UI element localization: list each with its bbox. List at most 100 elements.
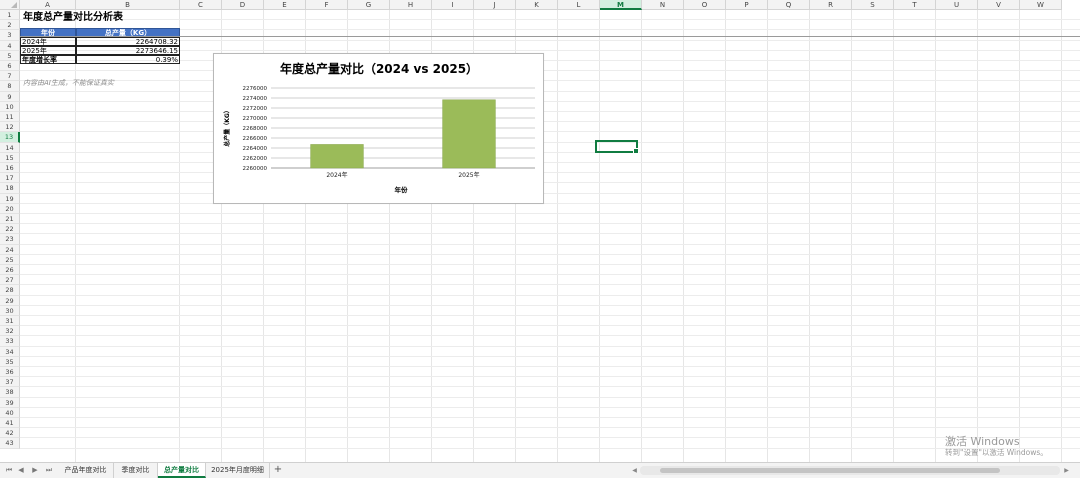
row-header-17[interactable]: 17 [0, 173, 20, 184]
year-2025-cell[interactable]: 2025年 [20, 46, 76, 55]
column-header-c[interactable]: C [180, 0, 222, 10]
row-header-31[interactable]: 31 [0, 316, 20, 327]
row-header-8[interactable]: 8 [0, 81, 20, 92]
column-header-n[interactable]: N [642, 0, 684, 10]
bar-chart[interactable]: 年度总产量对比（2024 vs 2025） 2276000 2274000 2272… [213, 53, 544, 204]
row-header-28[interactable]: 28 [0, 285, 20, 296]
row-header-23[interactable]: 23 [0, 234, 20, 245]
active-cell-selection[interactable] [595, 140, 639, 154]
row-header-40[interactable]: 40 [0, 407, 20, 418]
grid-column-line [599, 10, 600, 462]
row-header-34[interactable]: 34 [0, 346, 20, 357]
grid-row-line [20, 284, 1080, 286]
column-header-g[interactable]: G [348, 0, 390, 10]
column-header-k[interactable]: K [516, 0, 558, 10]
grid-row-line [20, 264, 1080, 265]
cell-grid[interactable] [20, 10, 1080, 462]
column-header-b[interactable]: B [76, 0, 180, 10]
tab-2025-monthly[interactable]: 2025年月度明细 [206, 463, 270, 478]
row-header-11[interactable]: 11 [0, 112, 20, 123]
row-header-2[interactable]: 2 [0, 20, 20, 31]
scroll-left-icon[interactable]: ◀ [630, 466, 639, 475]
bar-2[interactable] [442, 99, 496, 169]
ai-disclaimer-note[interactable]: 内容由AI生成，不能保证真实 [22, 79, 182, 88]
last-sheet-button[interactable]: ⏭ [44, 465, 54, 476]
first-sheet-button[interactable]: ⏮ [4, 465, 14, 476]
row-header-10[interactable]: 10 [0, 101, 20, 112]
row-header-12[interactable]: 12 [0, 122, 20, 133]
row-header-21[interactable]: 21 [0, 214, 20, 225]
growth-label-cell[interactable]: 年度增长率 [20, 55, 76, 64]
row-header-14[interactable]: 14 [0, 142, 20, 153]
column-header-j[interactable]: J [474, 0, 516, 10]
column-header-l[interactable]: L [558, 0, 600, 10]
column-header-d[interactable]: D [222, 0, 264, 10]
select-all-corner[interactable] [0, 0, 20, 10]
column-header-f[interactable]: F [306, 0, 348, 10]
row-header-24[interactable]: 24 [0, 244, 20, 255]
column-header-w[interactable]: W [1020, 0, 1062, 10]
row-header-25[interactable]: 25 [0, 254, 20, 265]
column-header-i[interactable]: I [432, 0, 474, 10]
row-header-29[interactable]: 29 [0, 295, 20, 306]
scroll-right-icon[interactable]: ▶ [1062, 466, 1071, 475]
row-header-20[interactable]: 20 [0, 203, 20, 214]
tab-quarterly[interactable]: 季度对比 [114, 463, 158, 478]
row-header-5[interactable]: 5 [0, 50, 20, 61]
column-header-s[interactable]: S [852, 0, 894, 10]
tab-product-annual[interactable]: 产品年度对比 [58, 463, 114, 478]
next-sheet-button[interactable]: ▶ [30, 465, 40, 476]
row-header-27[interactable]: 27 [0, 275, 20, 286]
row-header-3[interactable]: 3 [0, 30, 20, 41]
column-header-t[interactable]: T [894, 0, 936, 10]
row-header-4[interactable]: 4 [0, 40, 20, 51]
row-header-42[interactable]: 42 [0, 428, 20, 439]
column-header-e[interactable]: E [264, 0, 306, 10]
prev-sheet-button[interactable]: ◀ [16, 465, 26, 476]
add-sheet-button[interactable]: + [272, 463, 284, 478]
value-2024-cell[interactable]: 2264708.32 [76, 37, 180, 46]
scrollbar-thumb[interactable] [660, 468, 1000, 473]
tab-total-output[interactable]: 总产量对比 [158, 463, 206, 478]
row-header-6[interactable]: 6 [0, 61, 20, 72]
row-header-16[interactable]: 16 [0, 163, 20, 174]
grid-row-line [20, 141, 1080, 143]
column-header-v[interactable]: V [978, 0, 1020, 10]
row-header-30[interactable]: 30 [0, 305, 20, 316]
row-header-26[interactable]: 26 [0, 265, 20, 276]
bar-1[interactable] [310, 144, 364, 169]
windows-activation-watermark: 激活 Windows 转到"设置"以激活 Windows。 [945, 435, 1048, 458]
column-header-q[interactable]: Q [768, 0, 810, 10]
row-header-37[interactable]: 37 [0, 377, 20, 388]
row-header-39[interactable]: 39 [0, 397, 20, 408]
column-header-m[interactable]: M [600, 0, 642, 10]
spreadsheet-area: ABCDEFGHIJKLMNOPQRSTUVW 1 2 3 4 5 6 7 8 9 10 11 12 1… [0, 0, 1080, 462]
row-header-32[interactable]: 32 [0, 326, 20, 337]
row-header-13[interactable]: 13 [0, 132, 20, 143]
row-header-1[interactable]: 1 [0, 10, 20, 21]
row-header-19[interactable]: 19 [0, 193, 20, 204]
column-header-a[interactable]: A [20, 0, 76, 10]
row-header-36[interactable]: 36 [0, 367, 20, 378]
row-header-33[interactable]: 33 [0, 336, 20, 347]
column-header-r[interactable]: R [810, 0, 852, 10]
column-header-h[interactable]: H [390, 0, 432, 10]
watermark-subtitle: 转到"设置"以激活 Windows。 [945, 448, 1048, 457]
sheet-title[interactable]: 年度总产量对比分析表 [22, 13, 182, 23]
row-header-22[interactable]: 22 [0, 224, 20, 235]
value-2025-cell[interactable]: 2273646.15 [76, 46, 180, 55]
growth-value-cell[interactable]: 0.39% [76, 55, 180, 64]
year-2024-cell[interactable]: 2024年 [20, 37, 76, 46]
row-header-18[interactable]: 18 [0, 183, 20, 194]
row-header-9[interactable]: 9 [0, 91, 20, 102]
row-header-38[interactable]: 38 [0, 387, 20, 398]
row-header-43[interactable]: 43 [0, 438, 20, 449]
column-header-o[interactable]: O [684, 0, 726, 10]
horizontal-scrollbar[interactable] [640, 466, 1060, 475]
row-header-41[interactable]: 41 [0, 418, 20, 429]
row-header-35[interactable]: 35 [0, 356, 20, 367]
column-header-p[interactable]: P [726, 0, 768, 10]
column-header-u[interactable]: U [936, 0, 978, 10]
row-header-15[interactable]: 15 [0, 152, 20, 163]
row-header-7[interactable]: 7 [0, 71, 20, 82]
